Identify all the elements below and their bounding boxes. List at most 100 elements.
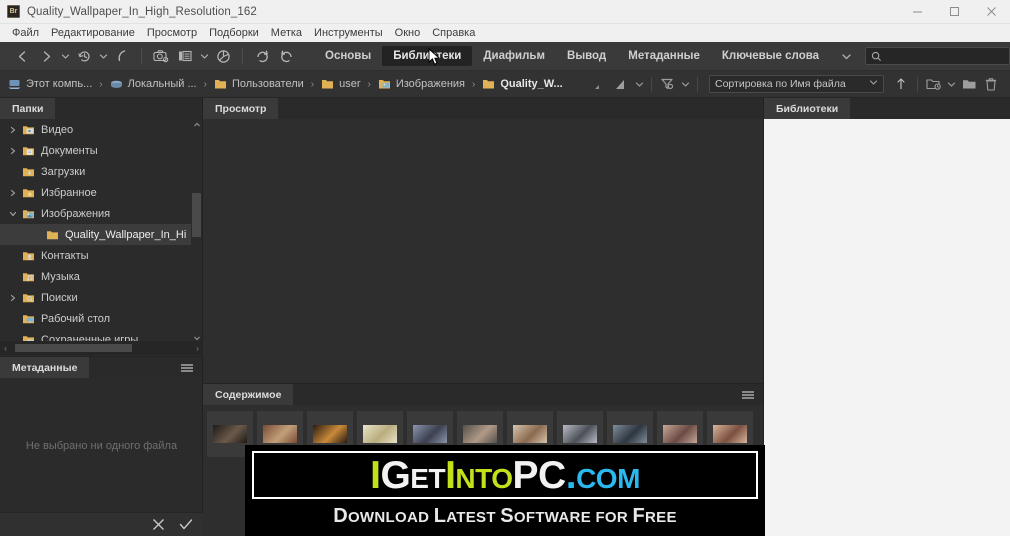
workspace-tab-5[interactable]: Метаданные	[617, 46, 711, 66]
breadcrumb-item-4[interactable]: user	[321, 78, 361, 90]
watermark-letter: COM	[576, 462, 640, 494]
metadata-panel-tabbar: Метаданные	[0, 357, 202, 378]
hscroll-track[interactable]	[11, 341, 192, 355]
pictures-folder-icon	[20, 208, 36, 220]
workspace-tab-6[interactable]: Ключевые слова	[711, 46, 830, 66]
path-bar-tools: Сортировка по Имя файла	[589, 73, 1010, 95]
boomerang-icon[interactable]	[110, 44, 134, 68]
folder-tree-item[interactable]: Изображения	[0, 203, 195, 224]
minimize-button[interactable]	[899, 0, 936, 24]
tab-content[interactable]: Содержимое	[203, 384, 294, 405]
apply-check-icon[interactable]	[179, 518, 193, 531]
recent-history-icon[interactable]	[72, 44, 96, 68]
workspace-tab-4[interactable]: Вывод	[556, 46, 617, 66]
new-folder-icon[interactable]	[958, 73, 980, 95]
folder-tree-item[interactable]: Quality_Wallpaper_In_Hi	[0, 224, 195, 245]
path-bar-divider	[651, 76, 652, 92]
close-button[interactable]	[973, 0, 1010, 24]
menu-item-3[interactable]: Просмотр	[141, 24, 203, 42]
scroll-up-icon[interactable]	[191, 119, 202, 131]
breadcrumb-item-6[interactable]: Quality_W...	[482, 78, 563, 90]
breadcrumb-item-2[interactable]: Локальный ...	[110, 78, 197, 90]
watermark-letter: I	[445, 453, 456, 497]
folder-tree-hscrollbar[interactable]: ‹ ›	[0, 341, 203, 355]
menu-item-4[interactable]: Подборки	[203, 24, 265, 42]
menu-item-5[interactable]: Метка	[265, 24, 308, 42]
sort-dropdown[interactable]: Сортировка по Имя файла	[709, 75, 884, 93]
chevron-down-icon[interactable]	[836, 51, 857, 62]
libraries-panel-tabbar: Библиотеки	[764, 98, 1010, 119]
watermark-letter: G	[380, 453, 411, 497]
new-subfolder-icon[interactable]	[923, 73, 945, 95]
sort-ascending-icon[interactable]	[890, 73, 912, 95]
search-box[interactable]	[864, 47, 1010, 65]
sort-label: Сортировка по Имя файла	[715, 78, 846, 90]
folder-tree-item[interactable]: Документы	[0, 140, 195, 161]
breadcrumb-item-1[interactable]: Этот компь...	[8, 78, 92, 90]
chevron-right-icon[interactable]	[6, 189, 20, 197]
chevron-right-icon[interactable]	[6, 294, 20, 302]
folder-tree-item[interactable]: Видео	[0, 119, 195, 140]
folder-tree-item[interactable]: Музыка	[0, 266, 195, 287]
watermark-tagline: DOWNLOAD LATEST SOFTWARE FOR FREE	[245, 505, 765, 528]
tab-preview[interactable]: Просмотр	[203, 98, 279, 119]
back-arrow-icon[interactable]	[10, 44, 34, 68]
menu-item-1[interactable]: Файл	[6, 24, 45, 42]
chevron-down-icon[interactable]	[96, 44, 110, 68]
scroll-right-icon[interactable]: ›	[192, 344, 203, 353]
left-column: Папки Видео Документы Загрузки Избранное Изо…	[0, 98, 203, 536]
breadcrumb-item-5[interactable]: Изображения	[378, 78, 465, 90]
mouse-cursor	[428, 47, 442, 72]
rotate-cw-icon[interactable]	[274, 44, 298, 68]
maximize-button[interactable]	[936, 0, 973, 24]
folder-tree-item[interactable]: Избранное	[0, 182, 195, 203]
forward-arrow-icon[interactable]	[34, 44, 58, 68]
refine-stack-icon[interactable]	[173, 44, 197, 68]
preview-body[interactable]	[203, 119, 763, 381]
chevron-down-icon[interactable]	[197, 44, 211, 68]
menu-item-6[interactable]: Инструменты	[308, 24, 389, 42]
hscroll-thumb[interactable]	[15, 344, 132, 352]
panel-menu-icon[interactable]	[180, 357, 202, 378]
breadcrumb-label: Локальный ...	[127, 78, 197, 90]
filter-funnel-icon[interactable]	[657, 73, 679, 95]
filter-rating-dropdown-icon[interactable]	[611, 73, 633, 95]
delete-trash-icon[interactable]	[980, 73, 1002, 95]
workspace-tab-1[interactable]: Основы	[314, 46, 382, 66]
scroll-left-icon[interactable]: ‹	[0, 344, 11, 353]
workspace-tab-3[interactable]: Диафильм	[472, 46, 556, 66]
chevron-down-icon[interactable]	[6, 210, 20, 218]
camera-import-icon[interactable]	[149, 44, 173, 68]
chevron-down-icon[interactable]	[679, 73, 692, 95]
menu-item-8[interactable]: Справка	[426, 24, 481, 42]
watermark-letter: PC	[512, 453, 567, 497]
chevron-down-icon[interactable]	[633, 73, 646, 95]
menu-item-7[interactable]: Окно	[389, 24, 427, 42]
right-column: Библиотеки	[763, 98, 1010, 536]
tab-metadata[interactable]: Метаданные	[0, 357, 90, 378]
folder-tree-item[interactable]: Рабочий стол	[0, 308, 195, 329]
breadcrumb-item-3[interactable]: Пользователи	[214, 78, 304, 90]
watermark-tagline-part: L	[433, 505, 447, 527]
menu-item-2[interactable]: Редактирование	[45, 24, 141, 42]
panel-menu-icon[interactable]	[741, 384, 763, 405]
search-input[interactable]	[885, 50, 1006, 62]
breadcrumb-label: Изображения	[395, 78, 465, 90]
folder-tree-item[interactable]: Контакты	[0, 245, 195, 266]
chevron-right-icon[interactable]	[6, 126, 20, 134]
tab-libraries[interactable]: Библиотеки	[764, 98, 851, 119]
libraries-body[interactable]	[764, 119, 1010, 536]
app-icon: Br	[7, 5, 20, 18]
chevron-down-icon[interactable]	[58, 44, 72, 68]
rotate-ccw-icon[interactable]	[250, 44, 274, 68]
folder-tree-item[interactable]: Поиски	[0, 287, 195, 308]
chevron-right-icon[interactable]	[6, 147, 20, 155]
folder-tree-scrollbar[interactable]	[191, 119, 202, 344]
cancel-x-icon[interactable]	[152, 518, 165, 531]
filter-rating-icon[interactable]	[589, 73, 611, 95]
folder-tree-item[interactable]: Загрузки	[0, 161, 195, 182]
open-in-camera-raw-icon[interactable]	[211, 44, 235, 68]
folder-tree-scroll-thumb[interactable]	[192, 193, 201, 237]
chevron-down-icon[interactable]	[945, 73, 958, 95]
tab-folders[interactable]: Папки	[0, 98, 56, 119]
